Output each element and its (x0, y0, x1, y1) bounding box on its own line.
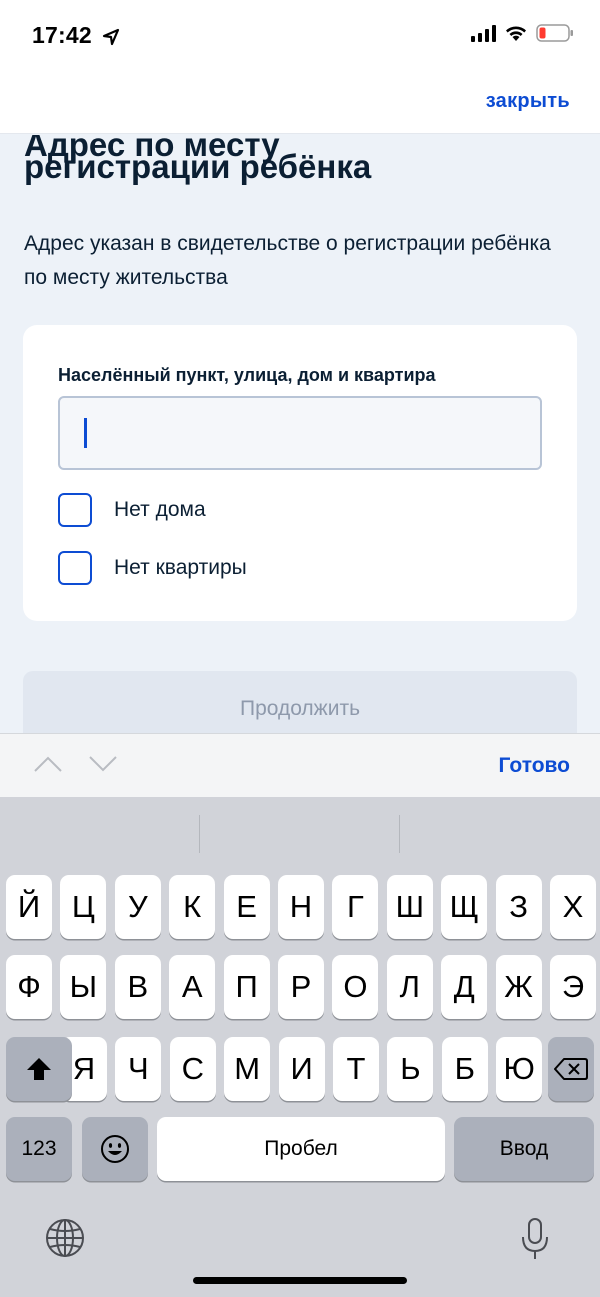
numbers-key[interactable]: 123 (6, 1117, 72, 1181)
letter-key[interactable]: Х (550, 875, 596, 939)
no-apartment-label: Нет квартиры (114, 556, 247, 579)
main-content: Адрес по месту регистрации ребёнка Адрес… (0, 135, 600, 733)
letter-key[interactable]: В (114, 955, 161, 1019)
letter-key[interactable]: Ш (386, 875, 433, 939)
return-key[interactable]: Ввод (454, 1117, 594, 1181)
location-arrow-icon (103, 28, 120, 46)
emoji-smiley-icon (101, 1135, 129, 1163)
status-time-text: 17:42 (32, 22, 92, 48)
letter-key[interactable]: Д (441, 955, 488, 1019)
address-field-label: Населённый пункт, улица, дом и квартира (58, 365, 436, 385)
letter-key[interactable]: С (169, 1037, 216, 1101)
page-title: регистрации ребёнка (24, 148, 372, 185)
globe-icon[interactable] (44, 1217, 86, 1259)
top-header: закрыть (0, 70, 600, 134)
continue-button[interactable]: Продолжить (23, 671, 577, 733)
previous-field-chevron-up-icon[interactable] (33, 754, 63, 774)
home-indicator (193, 1277, 407, 1284)
wifi-icon (506, 26, 526, 41)
battery-low-icon (536, 24, 573, 42)
no-apartment-row[interactable]: Нет квартиры (58, 551, 247, 585)
letter-key[interactable]: К (169, 875, 216, 939)
letter-key[interactable]: А (169, 955, 216, 1019)
letter-key[interactable]: У (114, 875, 161, 939)
letter-key[interactable]: Щ (441, 875, 488, 939)
letter-key[interactable]: З (495, 875, 542, 939)
letter-key[interactable]: Е (223, 875, 270, 939)
status-time: 17:42 (32, 22, 120, 49)
text-caret (84, 418, 87, 448)
status-icons (471, 24, 574, 42)
address-card: Населённый пункт, улица, дом и квартира … (23, 325, 577, 621)
next-field-chevron-down-icon[interactable] (88, 754, 118, 774)
suggestion-separator (199, 815, 200, 853)
no-apartment-checkbox[interactable] (58, 551, 92, 585)
letter-key[interactable]: Ч (115, 1037, 162, 1101)
letter-key[interactable]: Б (441, 1037, 488, 1101)
microphone-icon[interactable] (520, 1217, 550, 1261)
emoji-key[interactable] (82, 1117, 148, 1181)
letter-key[interactable]: И (278, 1037, 325, 1101)
suggestion-separator (399, 815, 400, 853)
keyboard: ЙЦУКЕНГШЩЗХ ФЫВАПРОЛДЖЭ ЯЧСМИТЬБЮ 123 Пр… (0, 797, 600, 1297)
no-house-row[interactable]: Нет дома (58, 493, 206, 527)
letter-key[interactable]: М (224, 1037, 271, 1101)
page-subtitle: Адрес указан в свидетельстве о регистрац… (24, 232, 551, 289)
letter-key[interactable]: Л (386, 955, 433, 1019)
space-key[interactable]: Пробел (157, 1117, 445, 1181)
letter-key[interactable]: О (332, 955, 379, 1019)
backspace-icon (554, 1058, 588, 1080)
keyboard-accessory-bar: Готово (0, 733, 600, 797)
letter-key[interactable]: Ц (60, 875, 107, 939)
cellular-signal-icon (471, 24, 496, 42)
letter-key[interactable]: Н (278, 875, 324, 939)
close-button[interactable]: закрыть (486, 90, 570, 113)
letter-key[interactable]: Ф (6, 955, 52, 1019)
no-house-checkbox[interactable] (58, 493, 92, 527)
letter-key[interactable]: Р (278, 955, 324, 1019)
backspace-key[interactable] (548, 1037, 594, 1101)
done-button[interactable]: Готово (499, 754, 570, 778)
letter-key[interactable]: Т (333, 1037, 379, 1101)
letter-key[interactable]: Ь (387, 1037, 434, 1101)
letter-key[interactable]: Ю (496, 1037, 543, 1101)
status-bar: 17:42 (0, 0, 600, 70)
shift-arrow-icon (27, 1058, 51, 1080)
letter-key[interactable]: Ы (60, 955, 107, 1019)
letter-key[interactable]: П (223, 955, 270, 1019)
letter-key[interactable]: Э (550, 955, 596, 1019)
letter-key[interactable]: Г (332, 875, 379, 939)
no-house-label: Нет дома (114, 498, 206, 521)
letter-key[interactable]: Ж (495, 955, 542, 1019)
shift-key[interactable] (6, 1037, 72, 1101)
address-input[interactable] (58, 396, 542, 470)
letter-key[interactable]: Й (6, 875, 52, 939)
